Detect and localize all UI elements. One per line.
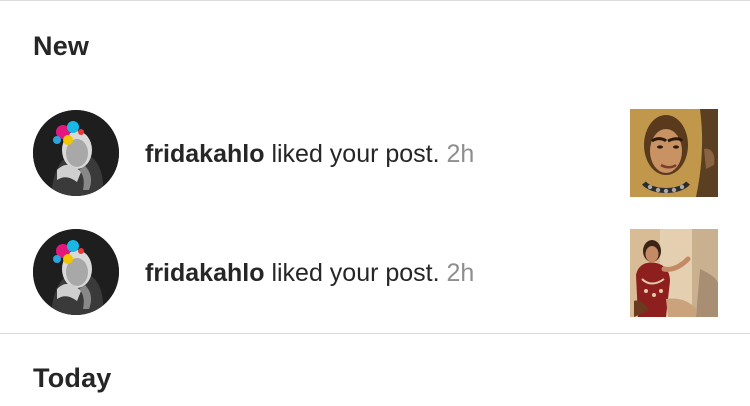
notification-row[interactable]: fridakahlo liked your post. 2h (0, 223, 750, 323)
notification-action: liked your post. (271, 259, 440, 287)
section-title-new: New (33, 31, 90, 61)
notification-time: 2h (446, 259, 475, 287)
profile-photo-icon (33, 110, 119, 196)
post-thumbnail[interactable] (630, 109, 718, 197)
username-link[interactable]: fridakahlo (145, 259, 264, 287)
notification-text: fridakahlo liked your post. 2h (145, 259, 474, 287)
notification-action: liked your post. (271, 140, 440, 168)
notification-text: fridakahlo liked your post. 2h (145, 140, 474, 168)
section-divider (0, 333, 750, 334)
profile-photo-icon (33, 229, 119, 315)
avatar[interactable] (33, 110, 119, 196)
top-divider (0, 0, 750, 1)
username-link[interactable]: fridakahlo (145, 140, 264, 168)
notification-time: 2h (446, 140, 475, 168)
post-photo-icon (630, 109, 718, 197)
post-photo-icon (630, 229, 718, 317)
avatar[interactable] (33, 229, 119, 315)
notification-row[interactable]: fridakahlo liked your post. 2h (0, 104, 750, 204)
post-thumbnail[interactable] (630, 229, 718, 317)
section-title-today: Today (33, 363, 112, 393)
